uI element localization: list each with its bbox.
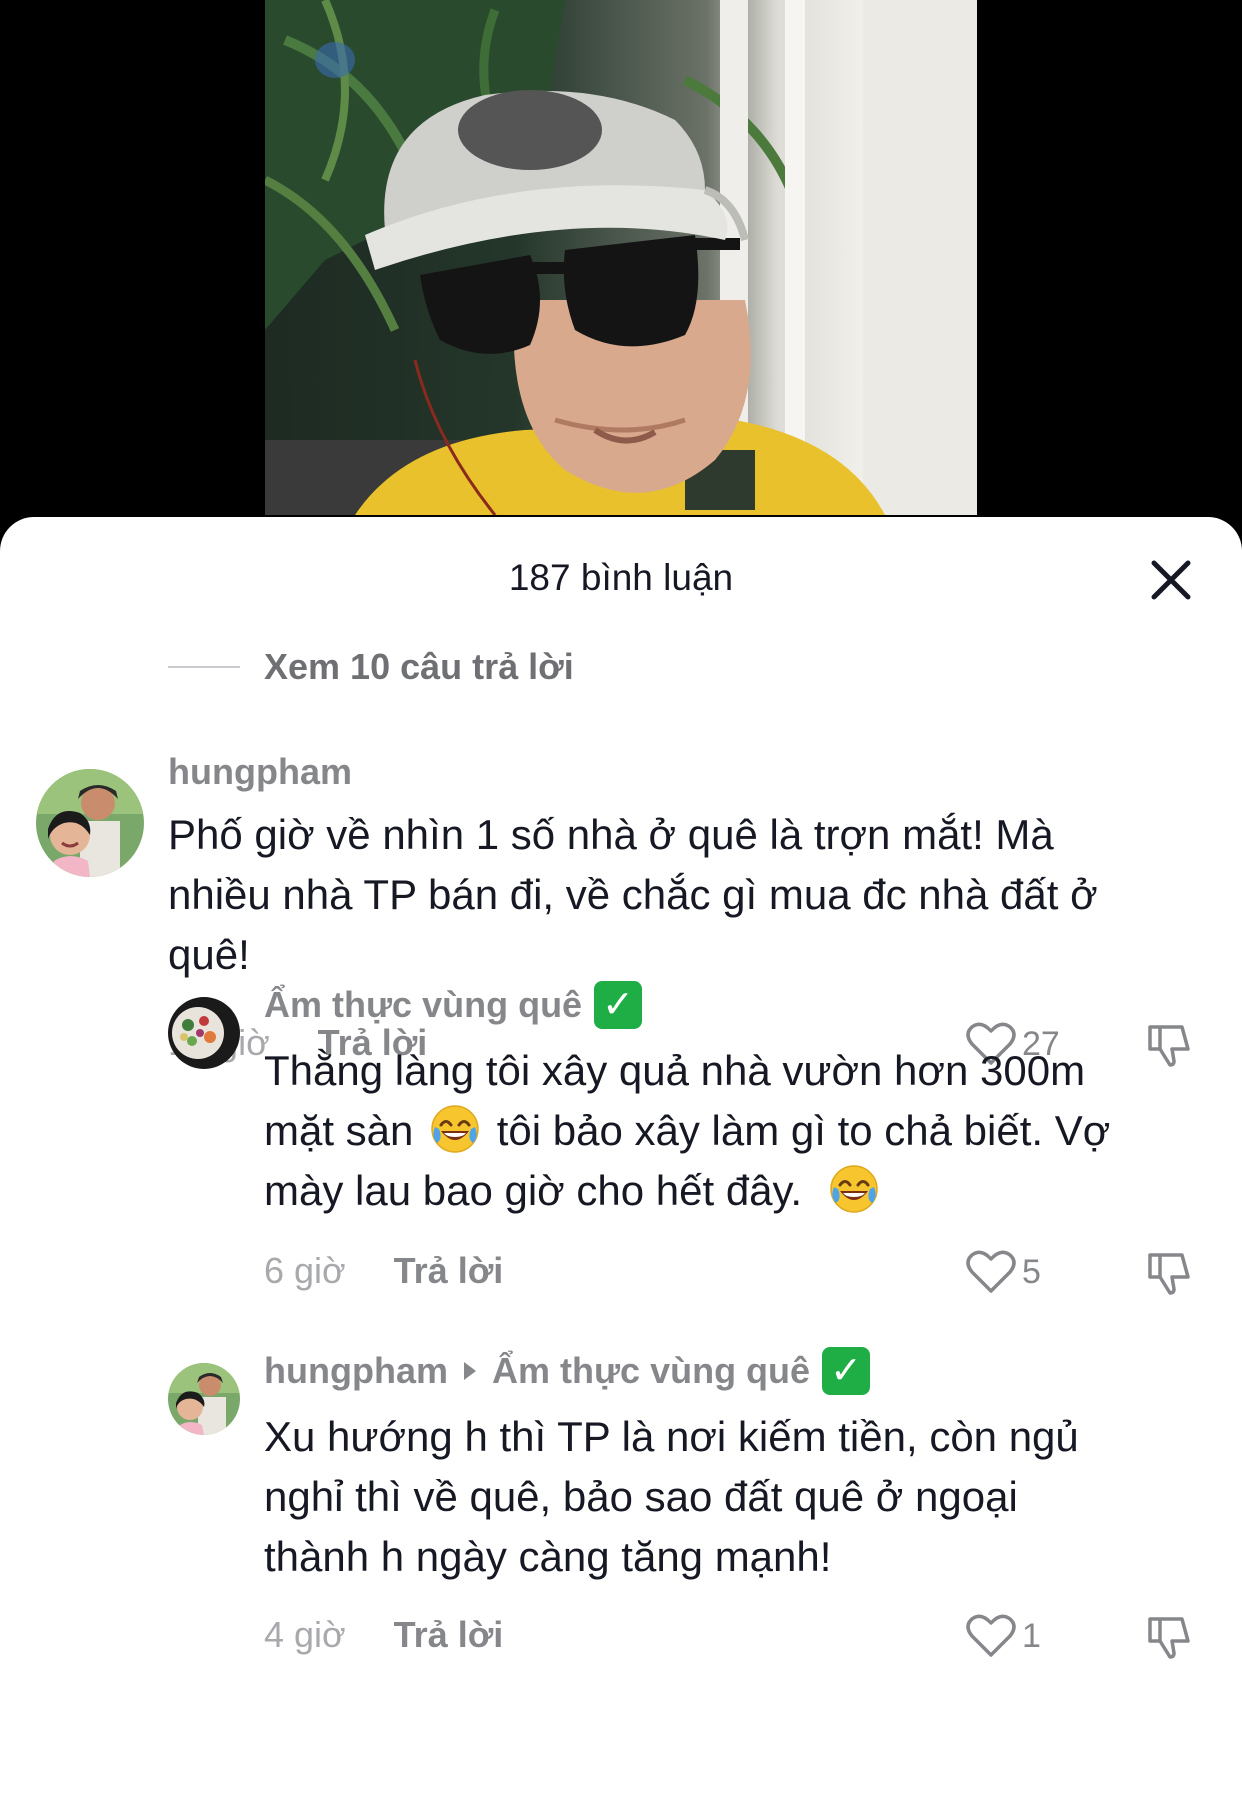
view-replies-button[interactable]: Xem 10 câu trả lời xyxy=(168,637,574,697)
close-button[interactable] xyxy=(1146,555,1196,605)
verified-badge-icon: ✓ xyxy=(822,1347,871,1395)
text-segment: mày lau bao giờ cho hết đây. xyxy=(264,1167,803,1214)
reply-meta: 6 giờ Trả lời xyxy=(264,1241,503,1301)
laughing-emoji-icon xyxy=(431,1105,479,1153)
laughing-emoji-icon xyxy=(830,1165,878,1213)
reply-body: Ẩm thực vùng quê ✓ Thằng làng tôi xây qu… xyxy=(264,981,1224,1221)
comment-text-line: Phố giờ về nhìn 1 số nhà ở quê là trợn m… xyxy=(168,811,1054,858)
avatar-image xyxy=(36,769,144,877)
thumbs-down-icon xyxy=(1148,1253,1190,1295)
dislike-button[interactable] xyxy=(1146,1249,1192,1300)
thumbs-down-icon xyxy=(1148,1617,1190,1659)
avatar[interactable] xyxy=(168,1363,240,1435)
avatar[interactable] xyxy=(36,769,144,877)
username-text[interactable]: hungpham xyxy=(168,751,352,793)
text-segment: tôi bảo xây làm gì to chả biết. Vợ xyxy=(496,1107,1111,1154)
video-frame[interactable] xyxy=(265,0,977,515)
comment-text-line: mặt sàn tôi bảo xây làm gì to chả biết. … xyxy=(264,1101,1224,1161)
comment-text-line: mày lau bao giờ cho hết đây. xyxy=(264,1161,1224,1221)
like-button[interactable]: 1 xyxy=(966,1613,1041,1659)
comment-text-line: nhiều nhà TP bán đi, về chắc gì mua đc n… xyxy=(168,871,1098,918)
comment-text-line: nghỉ thì về quê, bảo sao đất quê ở ngoại xyxy=(264,1473,1018,1520)
reply-username[interactable]: hungpham Ẩm thực vùng quê ✓ xyxy=(264,1347,1224,1395)
username-text[interactable]: hungpham xyxy=(264,1350,448,1392)
view-replies-label: Xem 10 câu trả lời xyxy=(264,646,574,687)
dislike-button[interactable] xyxy=(1146,1613,1192,1664)
comment-text-line: quê! xyxy=(168,931,250,978)
avatar-image xyxy=(168,1363,240,1435)
avatar[interactable] xyxy=(168,997,240,1069)
reply-username[interactable]: Ẩm thực vùng quê ✓ xyxy=(264,981,1224,1029)
verified-badge-icon: ✓ xyxy=(594,981,643,1029)
like-count: 5 xyxy=(1022,1252,1041,1291)
comment-text: Phố giờ về nhìn 1 số nhà ở quê là trợn m… xyxy=(168,805,1208,985)
username-text[interactable]: Ẩm thực vùng quê xyxy=(264,984,582,1026)
video-area[interactable] xyxy=(0,0,1242,520)
heart-icon xyxy=(966,1250,1016,1293)
reply-to-username[interactable]: Ẩm thực vùng quê xyxy=(492,1350,810,1392)
heart-icon xyxy=(966,1614,1016,1657)
reply-button[interactable]: Trả lời xyxy=(394,1614,504,1656)
sheet-header: 187 bình luận xyxy=(0,517,1242,637)
comment-username[interactable]: hungpham xyxy=(168,751,1208,793)
close-icon xyxy=(1151,560,1191,600)
comment-count-title: 187 bình luận xyxy=(508,557,734,598)
reply-text: Thằng làng tôi xây quả nhà vườn hơn 300m… xyxy=(264,1041,1224,1221)
comment-body: hungpham Phố giờ về nhìn 1 số nhà ở quê … xyxy=(168,751,1208,985)
replies-divider-line xyxy=(168,666,240,668)
comment-text-line: Xu hướng h thì TP là nơi kiếm tiền, còn … xyxy=(264,1413,1079,1460)
comment-text-line: thành h ngày càng tăng mạnh! xyxy=(264,1533,832,1580)
avatar-image xyxy=(168,997,240,1069)
reply-text: Xu hướng h thì TP là nơi kiếm tiền, còn … xyxy=(264,1407,1224,1587)
like-button[interactable]: 5 xyxy=(966,1249,1041,1295)
comment-text-line: Thằng làng tôi xây quả nhà vườn hơn 300m xyxy=(264,1047,1086,1094)
like-count: 1 xyxy=(1022,1616,1041,1655)
comment-time: 6 giờ xyxy=(264,1250,346,1291)
comment-time: 4 giờ xyxy=(264,1614,346,1655)
reply-body: hungpham Ẩm thực vùng quê ✓ Xu hướng h t… xyxy=(264,1347,1224,1587)
comments-sheet: 187 bình luận Xem 10 câu trả lời hungpha… xyxy=(0,517,1242,1810)
reply-meta: 4 giờ Trả lời xyxy=(264,1605,503,1665)
text-segment: mặt sàn xyxy=(264,1107,414,1154)
reply-to-arrow-icon xyxy=(463,1362,476,1380)
video-still-image xyxy=(265,0,977,515)
reply-button[interactable]: Trả lời xyxy=(394,1250,504,1292)
